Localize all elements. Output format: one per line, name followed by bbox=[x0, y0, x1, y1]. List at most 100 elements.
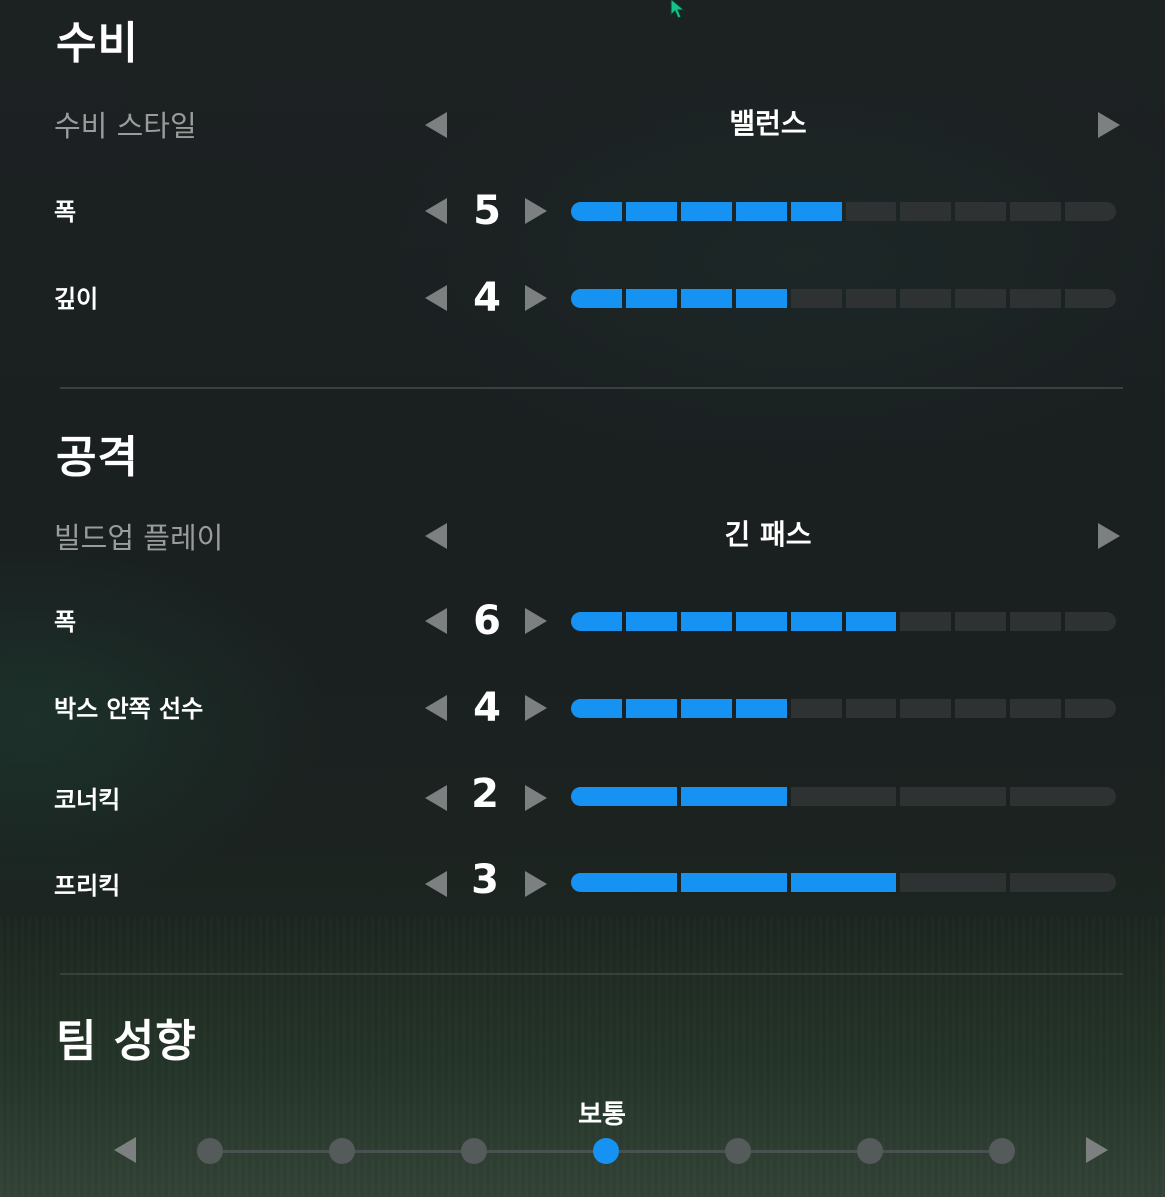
bar-segment-filled bbox=[845, 612, 897, 631]
defense-width-decrease-icon[interactable] bbox=[425, 198, 447, 224]
defense-depth-bar bbox=[571, 289, 1117, 308]
corner-kick-decrease-icon[interactable] bbox=[425, 785, 447, 811]
bar-segment-filled bbox=[571, 699, 622, 718]
bar-segment-filled bbox=[680, 612, 732, 631]
defense-depth-value: 4 bbox=[473, 275, 501, 321]
bar-segment-filled bbox=[571, 289, 622, 308]
slider-step[interactable] bbox=[329, 1138, 355, 1164]
bar-segment-empty bbox=[845, 699, 897, 718]
bar-segment-empty bbox=[1010, 202, 1062, 221]
bar-segment-filled bbox=[735, 699, 787, 718]
slider-step[interactable] bbox=[197, 1138, 223, 1164]
bar-segment-empty bbox=[900, 202, 952, 221]
attack-section-title: 공격 bbox=[56, 432, 139, 483]
bar-segment-empty bbox=[845, 202, 897, 221]
team-mentality-value: 보통 bbox=[578, 1100, 626, 1130]
defense-width-bar bbox=[571, 202, 1117, 221]
defense-section-title: 수비 bbox=[56, 18, 139, 69]
slider-step[interactable] bbox=[857, 1138, 883, 1164]
free-kick-decrease-icon[interactable] bbox=[425, 871, 447, 897]
free-kick-bar bbox=[571, 873, 1116, 892]
bar-segment-empty bbox=[1010, 873, 1116, 892]
slider-step[interactable] bbox=[461, 1138, 487, 1164]
defense-width-label: 폭 bbox=[54, 198, 77, 226]
attack-width-increase-icon[interactable] bbox=[525, 608, 547, 634]
bar-segment-empty bbox=[1065, 289, 1117, 308]
bar-segment-empty bbox=[845, 289, 897, 308]
attack-width-value: 6 bbox=[473, 598, 501, 644]
bar-segment-filled bbox=[790, 873, 897, 892]
team-mentality-title: 팀 성향 bbox=[56, 1016, 197, 1067]
corner-kick-value: 2 bbox=[471, 771, 499, 817]
bar-segment-filled bbox=[735, 202, 787, 221]
corner-kick-bar bbox=[571, 787, 1116, 806]
bar-segment-filled bbox=[625, 289, 677, 308]
bar-segment-filled bbox=[571, 202, 622, 221]
box-players-bar bbox=[571, 699, 1117, 718]
bar-segment-filled bbox=[680, 699, 732, 718]
bar-segment-empty bbox=[1065, 202, 1117, 221]
bar-segment-empty bbox=[1010, 289, 1062, 308]
corner-kick-label: 코너킥 bbox=[54, 786, 121, 814]
mouse-cursor-icon bbox=[670, 0, 686, 19]
bar-segment-filled bbox=[680, 289, 732, 308]
section-divider bbox=[60, 387, 1123, 389]
free-kick-increase-icon[interactable] bbox=[525, 871, 547, 897]
buildup-play-prev-icon[interactable] bbox=[425, 523, 447, 549]
defense-style-value: 밸런스 bbox=[729, 107, 807, 140]
bar-segment-filled bbox=[680, 202, 732, 221]
bar-segment-filled bbox=[625, 202, 677, 221]
section-divider bbox=[60, 973, 1123, 975]
bar-segment-empty bbox=[790, 699, 842, 718]
bar-segment-empty bbox=[900, 873, 1007, 892]
bar-segment-empty bbox=[790, 787, 897, 806]
bar-segment-filled bbox=[735, 612, 787, 631]
bar-segment-filled bbox=[625, 612, 677, 631]
attack-width-bar bbox=[571, 612, 1117, 631]
bar-segment-empty bbox=[900, 612, 952, 631]
attack-width-decrease-icon[interactable] bbox=[425, 608, 447, 634]
defense-depth-increase-icon[interactable] bbox=[525, 285, 547, 311]
buildup-play-value: 긴 패스 bbox=[724, 518, 812, 551]
free-kick-label: 프리킥 bbox=[54, 872, 121, 900]
bar-segment-empty bbox=[900, 787, 1007, 806]
bar-segment-empty bbox=[955, 699, 1007, 718]
defense-style-next-icon[interactable] bbox=[1098, 112, 1120, 138]
bar-segment-empty bbox=[1010, 699, 1062, 718]
defense-width-value: 5 bbox=[473, 188, 501, 234]
bar-segment-empty bbox=[1010, 787, 1116, 806]
slider-step[interactable] bbox=[989, 1138, 1015, 1164]
bar-segment-filled bbox=[680, 873, 787, 892]
bar-segment-empty bbox=[790, 289, 842, 308]
team-mentality-next-icon[interactable] bbox=[1086, 1137, 1108, 1163]
attack-width-label: 폭 bbox=[54, 608, 77, 636]
buildup-play-label: 빌드업 플레이 bbox=[54, 521, 224, 555]
corner-kick-increase-icon[interactable] bbox=[525, 785, 547, 811]
box-players-increase-icon[interactable] bbox=[525, 695, 547, 721]
box-players-label: 박스 안쪽 선수 bbox=[54, 695, 204, 723]
bar-segment-filled bbox=[680, 787, 787, 806]
buildup-play-next-icon[interactable] bbox=[1098, 523, 1120, 549]
defense-depth-label: 깊이 bbox=[54, 285, 99, 313]
bar-segment-filled bbox=[625, 699, 677, 718]
bar-segment-empty bbox=[900, 699, 952, 718]
bar-segment-filled bbox=[735, 289, 787, 308]
bar-segment-filled bbox=[571, 873, 677, 892]
defense-width-increase-icon[interactable] bbox=[525, 198, 547, 224]
bar-segment-empty bbox=[900, 289, 952, 308]
slider-step[interactable] bbox=[725, 1138, 751, 1164]
slider-step-selected[interactable] bbox=[593, 1138, 619, 1164]
bar-segment-filled bbox=[571, 787, 677, 806]
defense-depth-decrease-icon[interactable] bbox=[425, 285, 447, 311]
team-mentality-prev-icon[interactable] bbox=[114, 1137, 136, 1163]
bar-segment-empty bbox=[955, 289, 1007, 308]
bar-segment-filled bbox=[790, 612, 842, 631]
defense-style-prev-icon[interactable] bbox=[425, 112, 447, 138]
bar-segment-empty bbox=[955, 202, 1007, 221]
box-players-value: 4 bbox=[473, 685, 501, 731]
defense-style-label: 수비 스타일 bbox=[54, 109, 197, 143]
bar-segment-empty bbox=[1065, 612, 1117, 631]
box-players-decrease-icon[interactable] bbox=[425, 695, 447, 721]
bar-segment-empty bbox=[1065, 699, 1117, 718]
bar-segment-empty bbox=[955, 612, 1007, 631]
